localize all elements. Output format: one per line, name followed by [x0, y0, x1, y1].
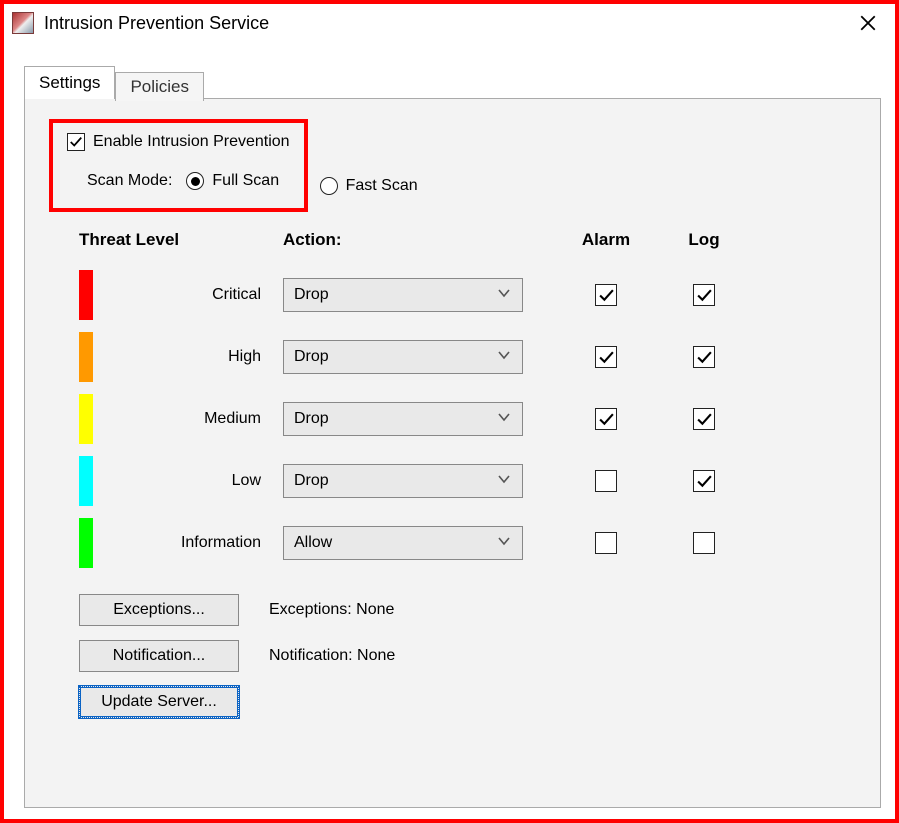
- alarm-checkbox-critical[interactable]: [595, 284, 617, 306]
- tab-strip: Settings Policies: [24, 64, 881, 98]
- action-select-medium[interactable]: Drop: [283, 402, 523, 436]
- alarm-checkbox-high[interactable]: [595, 346, 617, 368]
- close-button[interactable]: [849, 4, 887, 42]
- threat-label-medium: Medium: [115, 410, 265, 428]
- threat-label-critical: Critical: [115, 286, 265, 304]
- action-value-low: Drop: [294, 472, 329, 490]
- chevron-down-icon: [496, 347, 512, 368]
- enable-ips-checkbox[interactable]: Enable Intrusion Prevention: [67, 133, 290, 151]
- checkmark-icon: [69, 135, 83, 149]
- tab-policies[interactable]: Policies: [115, 72, 204, 101]
- close-icon: [859, 14, 877, 32]
- action-select-critical[interactable]: Drop: [283, 278, 523, 312]
- chevron-down-icon: [496, 285, 512, 306]
- title-bar: Intrusion Prevention Service: [4, 4, 895, 42]
- window-title: Intrusion Prevention Service: [44, 13, 269, 34]
- threat-color-information: [79, 518, 93, 568]
- exceptions-button[interactable]: Exceptions...: [79, 594, 239, 626]
- header-alarm: Alarm: [561, 230, 651, 250]
- log-checkbox-critical[interactable]: [693, 284, 715, 306]
- log-checkbox-medium[interactable]: [693, 408, 715, 430]
- chevron-down-icon: [496, 533, 512, 554]
- threat-grid: Threat Level Action: Alarm Log Critical D…: [49, 230, 856, 560]
- header-threat-level: Threat Level: [79, 230, 265, 250]
- window-frame: Intrusion Prevention Service Settings Po…: [0, 0, 899, 823]
- log-checkbox-information[interactable]: [693, 532, 715, 554]
- notification-button[interactable]: Notification...: [79, 640, 239, 672]
- header-log: Log: [669, 230, 739, 250]
- scan-mode-label: Scan Mode:: [87, 172, 172, 190]
- threat-color-critical: [79, 270, 93, 320]
- radio-unselected-icon: [320, 177, 338, 195]
- exceptions-status: Exceptions: None: [269, 601, 856, 619]
- scan-mode-full-radio[interactable]: Full Scan: [186, 172, 279, 190]
- log-checkbox-high[interactable]: [693, 346, 715, 368]
- highlight-annotation: Enable Intrusion Prevention Scan Mode: F…: [49, 119, 308, 212]
- action-select-information[interactable]: Allow: [283, 526, 523, 560]
- settings-panel: Enable Intrusion Prevention Scan Mode: F…: [24, 98, 881, 808]
- action-value-high: Drop: [294, 348, 329, 366]
- app-icon: [12, 12, 34, 34]
- action-value-medium: Drop: [294, 410, 329, 428]
- threat-label-high: High: [115, 348, 265, 366]
- notification-status: Notification: None: [269, 647, 856, 665]
- action-select-high[interactable]: Drop: [283, 340, 523, 374]
- threat-color-medium: [79, 394, 93, 444]
- alarm-checkbox-information[interactable]: [595, 532, 617, 554]
- alarm-checkbox-low[interactable]: [595, 470, 617, 492]
- tab-settings[interactable]: Settings: [24, 66, 115, 99]
- update-server-button[interactable]: Update Server...: [79, 686, 239, 718]
- threat-label-information: Information: [115, 534, 265, 552]
- threat-color-low: [79, 456, 93, 506]
- action-value-information: Allow: [294, 534, 332, 552]
- chevron-down-icon: [496, 409, 512, 430]
- radio-selected-icon: [186, 172, 204, 190]
- action-value-critical: Drop: [294, 286, 329, 304]
- chevron-down-icon: [496, 471, 512, 492]
- scan-mode-fast-radio[interactable]: Fast Scan: [320, 177, 418, 195]
- threat-label-low: Low: [115, 472, 265, 490]
- alarm-checkbox-medium[interactable]: [595, 408, 617, 430]
- threat-color-high: [79, 332, 93, 382]
- client-area: Settings Policies Enable Intrusion Preve…: [24, 64, 881, 807]
- log-checkbox-low[interactable]: [693, 470, 715, 492]
- enable-ips-label: Enable Intrusion Prevention: [93, 133, 290, 151]
- action-select-low[interactable]: Drop: [283, 464, 523, 498]
- header-action: Action:: [283, 230, 543, 250]
